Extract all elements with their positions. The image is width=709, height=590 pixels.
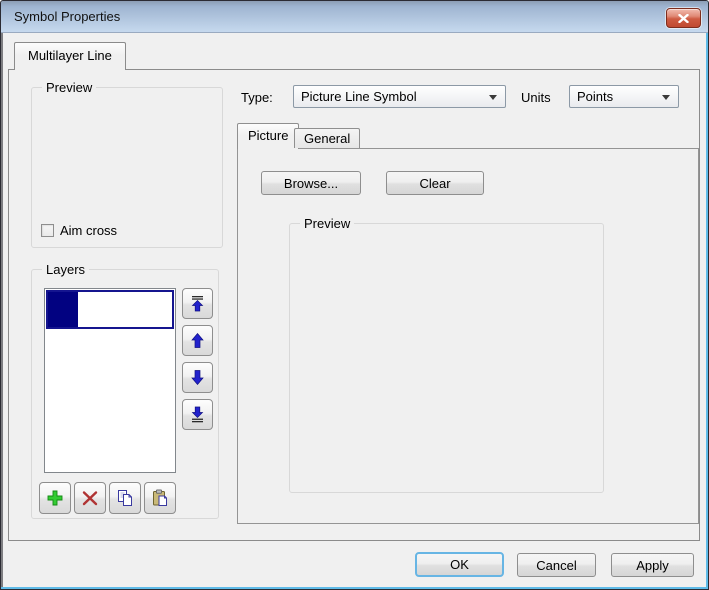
titlebar[interactable]: Symbol Properties	[1, 1, 708, 33]
units-dropdown-value: Points	[577, 89, 613, 104]
layer-symbol-swatch	[48, 292, 78, 327]
browse-button[interactable]: Browse...	[261, 171, 361, 195]
copy-icon	[116, 489, 134, 507]
preview-group-label: Preview	[42, 80, 96, 95]
close-button[interactable]	[666, 8, 701, 28]
tab-general-label: General	[304, 131, 350, 146]
units-dropdown[interactable]: Points	[569, 85, 679, 108]
type-label: Type:	[241, 90, 273, 105]
layers-group-label: Layers	[42, 262, 89, 277]
close-icon	[678, 14, 689, 23]
delete-x-icon	[81, 489, 99, 507]
chevron-down-icon	[489, 95, 497, 100]
tab-multilayer-line-label: Multilayer Line	[28, 48, 112, 63]
tab-picture-label: Picture	[248, 128, 288, 143]
tab-picture[interactable]: Picture	[237, 123, 299, 149]
layer-row-selected[interactable]	[46, 290, 174, 329]
arrow-up-icon	[189, 332, 206, 349]
move-layer-down-button[interactable]	[182, 362, 213, 393]
cancel-button[interactable]: Cancel	[517, 553, 596, 577]
arrow-down-icon	[189, 369, 206, 386]
tab-multilayer-line[interactable]: Multilayer Line	[14, 42, 126, 70]
move-layer-to-top-button[interactable]	[182, 288, 213, 319]
chevron-down-icon	[662, 95, 670, 100]
copy-layer-button[interactable]	[109, 482, 141, 514]
arrow-to-bottom-icon	[189, 406, 206, 423]
move-layer-to-bottom-button[interactable]	[182, 399, 213, 430]
paste-layer-button[interactable]	[144, 482, 176, 514]
layers-listbox[interactable]	[44, 288, 176, 473]
aim-cross-checkbox[interactable]	[41, 224, 54, 237]
paste-icon	[151, 489, 169, 507]
aim-cross-label[interactable]: Aim cross	[60, 223, 117, 238]
aim-cross-row: Aim cross	[41, 223, 117, 238]
arrow-to-top-icon	[189, 295, 206, 312]
tab-general[interactable]: General	[294, 128, 360, 148]
clear-button[interactable]: Clear	[386, 171, 484, 195]
picture-preview-groupbox: Preview	[289, 223, 604, 493]
type-dropdown[interactable]: Picture Line Symbol	[293, 85, 506, 108]
type-dropdown-value: Picture Line Symbol	[301, 89, 417, 104]
delete-layer-button[interactable]	[74, 482, 106, 514]
plus-icon	[46, 489, 64, 507]
ok-button[interactable]: OK	[415, 552, 504, 577]
move-layer-up-button[interactable]	[182, 325, 213, 356]
picture-preview-group-label: Preview	[300, 216, 354, 231]
add-layer-button[interactable]	[39, 482, 71, 514]
window-title: Symbol Properties	[14, 1, 120, 32]
units-label: Units	[521, 90, 551, 105]
symbol-properties-dialog: Symbol Properties Multilayer Line Previe…	[0, 0, 709, 590]
apply-button[interactable]: Apply	[611, 553, 694, 577]
